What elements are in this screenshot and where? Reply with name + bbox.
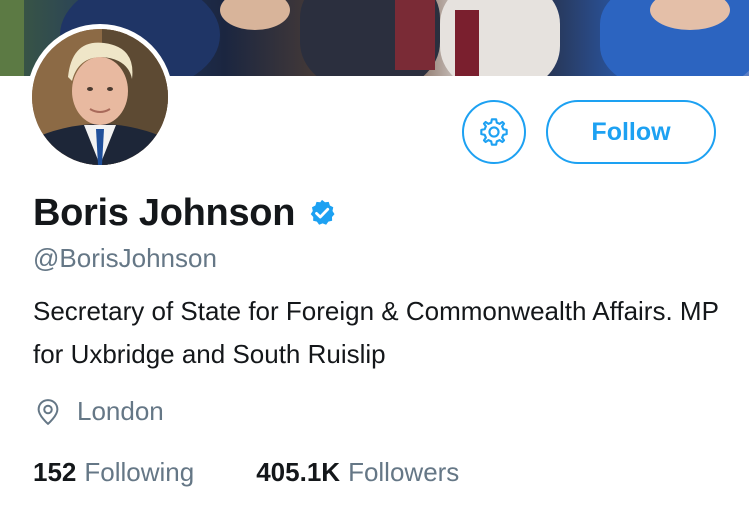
profile-avatar[interactable] <box>27 24 173 170</box>
avatar-photo <box>32 29 168 165</box>
profile-name: Boris Johnson <box>33 191 296 234</box>
followers-count: 405.1K <box>256 457 341 487</box>
settings-button[interactable] <box>462 100 526 164</box>
avatar-portrait <box>32 29 168 165</box>
followers-label: Followers <box>348 457 460 487</box>
follow-button[interactable]: Follow <box>546 100 716 164</box>
following-count: 152 <box>33 457 77 487</box>
followers-link[interactable]: 405.1K Followers <box>256 457 459 488</box>
profile-location: London <box>33 396 164 427</box>
profile-stats: 152 Following 405.1K Followers <box>33 457 459 488</box>
verified-badge-icon <box>310 199 335 225</box>
following-label: Following <box>84 457 195 487</box>
location-pin-icon <box>37 398 59 425</box>
location-label: London <box>77 396 164 426</box>
profile-name-row: Boris Johnson <box>33 190 337 236</box>
gear-icon <box>480 118 508 146</box>
profile-handle: @BorisJohnson <box>33 243 217 273</box>
following-link[interactable]: 152 Following <box>33 457 194 488</box>
profile-bio: Secretary of State for Foreign & Commonw… <box>33 296 719 369</box>
